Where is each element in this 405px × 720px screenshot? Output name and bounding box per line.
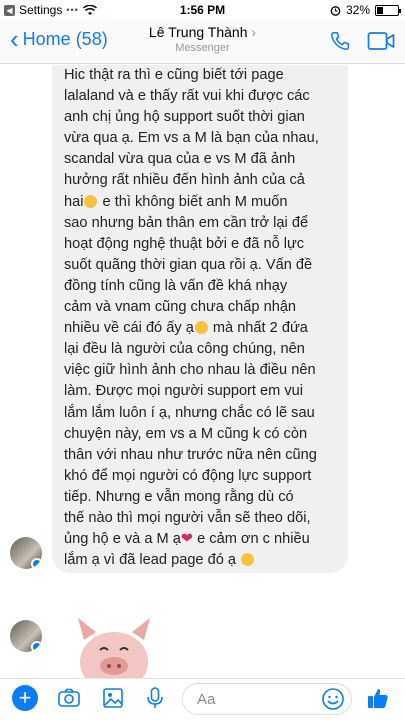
- message-line: lắm lắm luôn í ạ, nhưng chắc có lẽ sau: [64, 404, 315, 421]
- contact-name-text: Lê Trung Thành: [148, 24, 248, 40]
- message-line: hai: [64, 193, 84, 210]
- message-line: khó để mọi người có động lực support: [64, 467, 312, 484]
- message-line: thân với nhau như trước nữa nên cũng: [64, 446, 317, 463]
- message-list[interactable]: Hic thật ra thì e cũng biết tới page lal…: [0, 65, 405, 704]
- message-line: hoạt động nghệ thuật bởi e đã nỗ lực: [64, 235, 305, 252]
- message-line: mà nhất 2 đứa: [208, 320, 308, 337]
- message-line: vừa qua ạ. Em vs a M là bạn của nhau,: [64, 130, 319, 147]
- battery-icon: [375, 4, 401, 16]
- image-gallery-icon[interactable]: [100, 685, 126, 711]
- message-line: suốt quãng thời gian qua rồi ạ. Vấn đề: [64, 256, 313, 273]
- message-line: đồng tính cũng là vấn đề khá nhạy: [64, 277, 288, 294]
- message-line: anh chị ủng hộ support suốt thời gian: [64, 109, 305, 126]
- message-line: sao nhưng bản thân em cần trở lại để: [64, 214, 309, 231]
- contact-name[interactable]: Lê Trung Thành ›: [120, 24, 285, 40]
- battery-percent: 32%: [345, 3, 370, 17]
- conversation-header: ‹ Home (58) Lê Trung Thành › Messenger: [0, 20, 405, 64]
- incoming-message-bubble[interactable]: Hic thật ra thì e cũng biết tới page lal…: [52, 65, 348, 573]
- camera-icon[interactable]: [56, 685, 82, 711]
- red-heart-emoji-icon: ❤: [180, 531, 194, 548]
- chevron-left-icon: ‹: [10, 24, 19, 54]
- message-line: Hic thật ra thì e cũng biết tới page: [64, 67, 284, 83]
- disappointed-face-emoji-icon: [84, 194, 98, 208]
- phone-call-icon[interactable]: [329, 30, 351, 52]
- message-line: việc giữ hình ảnh cho nhau là điều nên: [64, 362, 316, 379]
- alarm-icon: [330, 5, 341, 16]
- battery-fill: [377, 6, 384, 14]
- message-input-placeholder: Aa: [197, 691, 216, 708]
- message-line: làm. Được mọi người support em vui: [64, 383, 304, 400]
- message-input[interactable]: Aa: [182, 683, 352, 715]
- message-line: e thì không biết anh M muốn: [98, 193, 288, 210]
- message-line: e cảm ơn c nhiều: [193, 531, 310, 548]
- sender-avatar[interactable]: [10, 537, 42, 569]
- message-line: lalaland và e thấy rất vui khi được các: [64, 88, 310, 105]
- message-composer: + Aa: [0, 678, 405, 720]
- message-line: lại đều là người của công chúng, nên: [64, 341, 305, 358]
- message-line: scandal vừa qua của e vs M đã ảnh: [64, 151, 296, 168]
- message-line: nhiều về cái đó ấy ạ: [64, 320, 194, 337]
- emoji-picker-icon[interactable]: [321, 687, 345, 711]
- messenger-badge-icon: [31, 641, 42, 652]
- message-line: chuyện này, em vs a M cũng k có còn: [64, 425, 308, 442]
- video-call-icon[interactable]: [367, 31, 395, 51]
- microphone-icon[interactable]: [142, 685, 168, 711]
- message-line: ủng hộ e và a M ạ: [64, 531, 181, 548]
- message-line: lắm ạ vì đã lead page đó ạ: [64, 552, 237, 569]
- message-line: thế nào thì mọi người vẫn sẽ theo dõi,: [64, 509, 311, 526]
- back-label: Home (58): [22, 28, 108, 49]
- chevron-right-icon: ›: [251, 24, 257, 40]
- thumbs-up-icon[interactable]: [365, 685, 391, 711]
- smiling-face-emoji-icon: [241, 553, 255, 567]
- message-text: Hic thật ra thì e cũng biết tới page lal…: [64, 65, 336, 571]
- plus-icon[interactable]: +: [12, 685, 38, 711]
- back-button[interactable]: ‹ Home (58): [10, 24, 108, 54]
- sender-avatar[interactable]: [10, 620, 42, 652]
- message-line: cảm và vnam cũng chưa chấp nhận: [64, 299, 297, 316]
- contact-subtitle: Messenger: [175, 42, 230, 54]
- status-bar: ◀ Settings ••• 1:56 PM 32%: [0, 0, 405, 20]
- message-line: hưởng rất nhiều đến hình ảnh của cả: [64, 172, 305, 189]
- status-right: 32%: [330, 3, 401, 17]
- message-line: tiếp. Nhưng e vẫn mong rằng dù có: [64, 488, 294, 505]
- messenger-badge-icon: [31, 558, 42, 569]
- disappointed-face-emoji-icon: [194, 321, 208, 335]
